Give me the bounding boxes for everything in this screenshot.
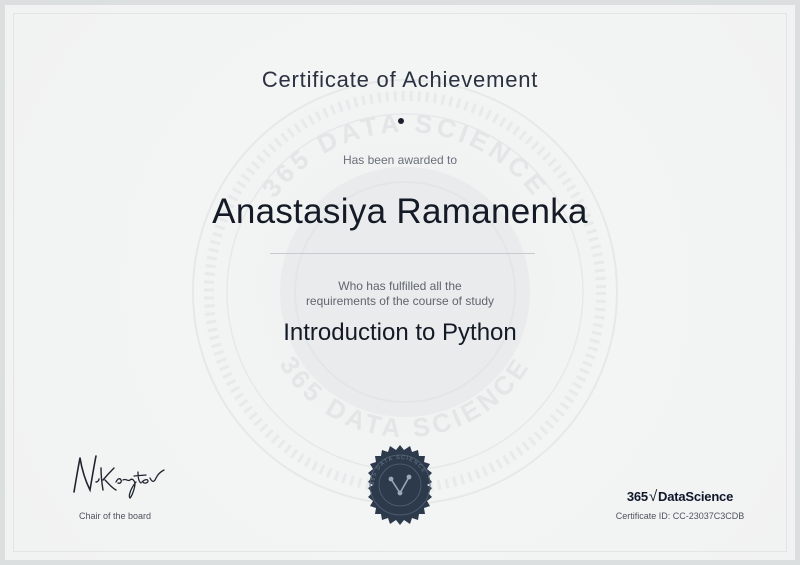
fulfilled-line-1: Who has fulfilled all the [338, 279, 462, 293]
signature-icon [73, 455, 165, 499]
certificate: 365 DATA SCIENCE 365 DATA SCIENCE Certif… [0, 0, 800, 565]
certificate-title: Certificate of Achievement [261, 67, 539, 92]
course-name: Introduction to Python [283, 319, 517, 346]
brand-logo: 365√DataScience [605, 488, 755, 505]
svg-text:365 DATA SCIENCE: 365 DATA SCIENCE [274, 351, 536, 444]
title-dot [398, 118, 404, 124]
signer-role: Chair of the board [78, 511, 152, 521]
brand-sqrt-icon: √ [648, 488, 657, 505]
brand-name: DataScience [658, 489, 734, 504]
certificate-id: Certificate ID: CC-23037C3CDB [615, 511, 745, 521]
fulfilled-line-2: requirements of the course of study [305, 294, 495, 308]
watermark-text-bottom: 365 DATA SCIENCE [274, 351, 532, 444]
fulfilled-text: Who has fulfilled all the requirements o… [5, 279, 795, 309]
brand-prefix: 365 [626, 489, 648, 504]
recipient-name: Anastasiya Ramanenka [212, 192, 588, 231]
awarded-text: Has been awarded to [342, 153, 458, 167]
divider-line [270, 253, 535, 254]
seal-icon: 365 DATA SCIENCE [368, 445, 432, 525]
